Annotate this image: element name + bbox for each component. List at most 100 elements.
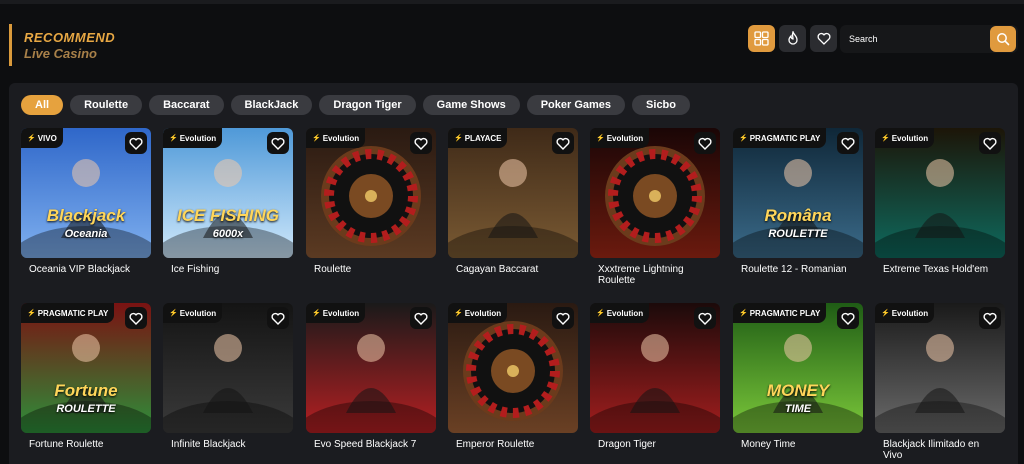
game-card[interactable]: ⚡ Evolution Emperor Roulette — [448, 303, 578, 450]
game-card[interactable]: ⚡ Evolution Xxxtreme Lightning Roulette — [590, 128, 720, 286]
game-title[interactable]: Roulette 12 - Romanian — [733, 264, 858, 275]
provider-name: Evolution — [464, 308, 502, 318]
favorite-button[interactable] — [837, 307, 859, 329]
tab-sicbo[interactable]: Sicbo — [632, 95, 690, 115]
game-thumbnail[interactable]: ⚡ Evolution — [875, 128, 1005, 258]
provider-name: Evolution — [891, 308, 929, 318]
provider-logo-icon: ⚡ — [454, 135, 463, 142]
game-logo-text: Româna — [764, 206, 832, 225]
favorite-button[interactable] — [267, 307, 289, 329]
favorite-button[interactable] — [410, 132, 432, 154]
game-thumbnail[interactable]: Româna ROULETTE ⚡ PRAGMATIC PLAY — [733, 128, 863, 258]
heart-icon — [698, 137, 712, 150]
game-card[interactable]: ⚡ Evolution Evo Speed Blackjack 7 — [306, 303, 436, 450]
tab-poker-games[interactable]: Poker Games — [526, 95, 626, 115]
game-thumbnail[interactable]: Blackjack Oceania ⚡ VIVO — [21, 128, 151, 258]
game-title[interactable]: Money Time — [733, 439, 858, 450]
game-title[interactable]: Infinite Blackjack — [163, 439, 288, 450]
game-logo-text: ICE FISHING — [176, 206, 279, 225]
heart-icon — [129, 312, 143, 325]
game-thumbnail[interactable]: ⚡ Evolution — [590, 303, 720, 433]
game-thumbnail[interactable]: ⚡ Evolution — [163, 303, 293, 433]
game-card[interactable]: MONEY TIME ⚡ PRAGMATIC PLAY Money Time — [733, 303, 863, 450]
heart-icon — [414, 312, 428, 325]
provider-logo-icon: ⚡ — [739, 135, 748, 142]
game-thumbnail[interactable]: ⚡ Evolution — [306, 128, 436, 258]
game-title[interactable]: Cagayan Baccarat — [448, 264, 573, 275]
tab-dragon-tiger[interactable]: Dragon Tiger — [319, 95, 416, 115]
favorite-button[interactable] — [694, 132, 716, 154]
favorite-button[interactable] — [552, 307, 574, 329]
favorite-button[interactable] — [125, 307, 147, 329]
grid-view-button[interactable] — [748, 25, 775, 52]
fire-icon — [787, 31, 798, 45]
game-title[interactable]: Evo Speed Blackjack 7 — [306, 439, 431, 450]
favorite-button[interactable] — [125, 132, 147, 154]
game-title[interactable]: Extreme Texas Hold'em — [875, 264, 1000, 275]
game-card[interactable]: ICE FISHING 6000x ⚡ Evolution Ice Fishing — [163, 128, 293, 275]
game-title[interactable]: Roulette — [306, 264, 431, 275]
game-title[interactable]: Oceania VIP Blackjack — [21, 264, 146, 275]
heart-icon — [983, 312, 997, 325]
game-card[interactable]: ⚡ Evolution Blackjack Ilimitado en Vivo — [875, 303, 1005, 461]
game-title[interactable]: Dragon Tiger — [590, 439, 715, 450]
provider-badge: ⚡ PRAGMATIC PLAY — [21, 303, 115, 323]
search-icon — [997, 33, 1010, 46]
game-logo-subtext: ROULETTE — [768, 228, 828, 240]
heart-icon — [556, 312, 570, 325]
section-title: RECOMMEND — [24, 30, 116, 45]
favorite-button[interactable] — [410, 307, 432, 329]
provider-badge: ⚡ Evolution — [590, 303, 650, 323]
provider-badge: ⚡ PRAGMATIC PLAY — [733, 303, 827, 323]
favorite-button[interactable] — [267, 132, 289, 154]
game-logo-text: Fortune — [54, 381, 118, 400]
heart-icon — [983, 137, 997, 150]
search-button[interactable] — [990, 26, 1016, 52]
game-logo-subtext: ROULETTE — [56, 403, 116, 415]
game-card[interactable]: ⚡ Evolution Infinite Blackjack — [163, 303, 293, 450]
provider-badge: ⚡ Evolution — [306, 128, 366, 148]
favorite-button[interactable] — [694, 307, 716, 329]
game-card[interactable]: ⚡ Evolution Dragon Tiger — [590, 303, 720, 450]
game-thumbnail[interactable]: ⚡ Evolution — [875, 303, 1005, 433]
tab-blackjack[interactable]: BlackJack — [230, 95, 313, 115]
game-title[interactable]: Blackjack Ilimitado en Vivo — [875, 439, 1000, 461]
favorite-button[interactable] — [979, 307, 1001, 329]
provider-logo-icon: ⚡ — [596, 135, 605, 142]
game-thumbnail[interactable]: MONEY TIME ⚡ PRAGMATIC PLAY — [733, 303, 863, 433]
game-card[interactable]: ⚡ Evolution Extreme Texas Hold'em — [875, 128, 1005, 275]
provider-logo-icon: ⚡ — [881, 310, 890, 317]
game-card[interactable]: Româna ROULETTE ⚡ PRAGMATIC PLAY Roulette 12… — [733, 128, 863, 275]
game-title[interactable]: Fortune Roulette — [21, 439, 146, 450]
tab-all[interactable]: All — [21, 95, 64, 115]
provider-name: Evolution — [322, 133, 360, 143]
game-title[interactable]: Emperor Roulette — [448, 439, 573, 450]
search-input[interactable] — [840, 25, 988, 53]
favorite-button[interactable] — [552, 132, 574, 154]
game-card[interactable]: Fortune ROULETTE ⚡ PRAGMATIC PLAY Fortune Ro… — [21, 303, 151, 450]
game-thumbnail[interactable]: ⚡ PLAYACE — [448, 128, 578, 258]
game-title[interactable]: Ice Fishing — [163, 264, 288, 275]
favorite-button[interactable] — [979, 132, 1001, 154]
game-card[interactable]: Blackjack Oceania ⚡ VIVO Oceania VIP Blackja… — [21, 128, 151, 275]
game-thumbnail[interactable]: ICE FISHING 6000x ⚡ Evolution — [163, 128, 293, 258]
game-thumbnail[interactable]: ⚡ Evolution — [448, 303, 578, 433]
game-title[interactable]: Xxxtreme Lightning Roulette — [590, 264, 715, 286]
game-card[interactable]: ⚡ Evolution Roulette — [306, 128, 436, 275]
tab-baccarat[interactable]: Baccarat — [149, 95, 224, 115]
game-thumbnail[interactable]: ⚡ Evolution — [306, 303, 436, 433]
tab-roulette[interactable]: Roulette — [70, 95, 143, 115]
provider-name: Evolution — [606, 133, 644, 143]
hot-games-button[interactable] — [779, 25, 806, 52]
favorites-button[interactable] — [810, 25, 837, 52]
provider-badge: ⚡ Evolution — [875, 128, 935, 148]
game-card[interactable]: ⚡ PLAYACE Cagayan Baccarat — [448, 128, 578, 275]
favorite-button[interactable] — [837, 132, 859, 154]
heart-icon — [271, 137, 285, 150]
provider-logo-icon: ⚡ — [27, 310, 36, 317]
provider-name: PRAGMATIC PLAY — [37, 308, 109, 318]
provider-name: PRAGMATIC PLAY — [749, 308, 821, 318]
tab-game-shows[interactable]: Game Shows — [422, 95, 520, 115]
game-thumbnail[interactable]: ⚡ Evolution — [590, 128, 720, 258]
game-thumbnail[interactable]: Fortune ROULETTE ⚡ PRAGMATIC PLAY — [21, 303, 151, 433]
